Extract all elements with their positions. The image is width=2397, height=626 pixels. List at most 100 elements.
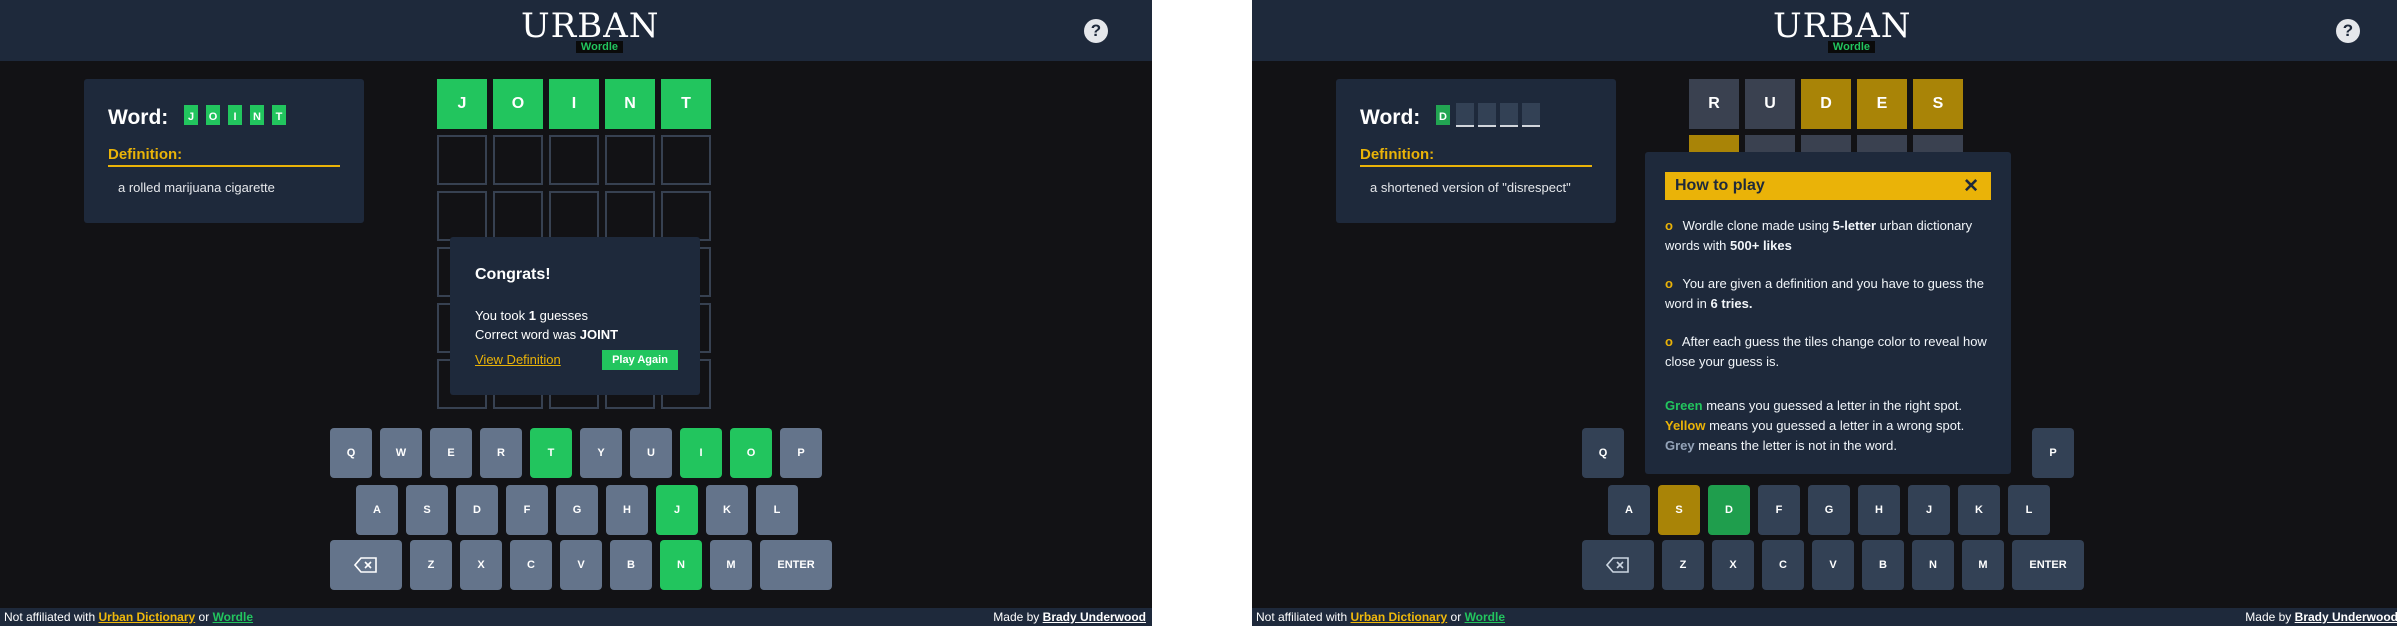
logo-subtitle: Wordle bbox=[1827, 41, 1875, 53]
key[interactable]: E bbox=[430, 428, 472, 478]
keyboard-row-3: Z X C V B N M ENTER bbox=[1582, 540, 2084, 590]
key[interactable]: A bbox=[1608, 485, 1650, 535]
made-by-label: Made by bbox=[2245, 610, 2292, 624]
bullet-icon: o bbox=[1665, 276, 1673, 291]
word-label: Word: bbox=[108, 106, 169, 129]
board-tile bbox=[437, 135, 487, 185]
definition-label: Definition: bbox=[108, 146, 183, 163]
board-tile: J bbox=[437, 79, 487, 129]
key[interactable]: Z bbox=[410, 540, 452, 590]
key[interactable]: B bbox=[1862, 540, 1904, 590]
game-screen-help: URBAN Wordle ? Word: D Definition: a sho… bbox=[1252, 0, 2397, 626]
key[interactable]: T bbox=[530, 428, 572, 478]
key[interactable]: L bbox=[2008, 485, 2050, 535]
board-tile: D bbox=[1801, 79, 1851, 129]
key[interactable]: Y bbox=[580, 428, 622, 478]
hint-tile-blank bbox=[1456, 103, 1474, 127]
key[interactable]: B bbox=[610, 540, 652, 590]
key[interactable]: M bbox=[710, 540, 752, 590]
guess-count-prefix: You took bbox=[475, 308, 526, 323]
board-tile: T bbox=[661, 79, 711, 129]
board-tile bbox=[605, 135, 655, 185]
close-icon[interactable]: ✕ bbox=[1963, 175, 1979, 198]
key[interactable]: J bbox=[656, 485, 698, 535]
key[interactable]: X bbox=[460, 540, 502, 590]
key[interactable]: Q bbox=[330, 428, 372, 478]
key[interactable]: J bbox=[1908, 485, 1950, 535]
keyboard-row-2: A S D F G H J K L bbox=[356, 485, 798, 535]
key[interactable]: V bbox=[1812, 540, 1854, 590]
word-label: Word: bbox=[1360, 106, 1421, 129]
urban-dictionary-link[interactable]: Urban Dictionary bbox=[1351, 610, 1448, 624]
footer: Not affiliated with Urban Dictionary or … bbox=[0, 608, 1152, 626]
key[interactable]: H bbox=[606, 485, 648, 535]
rule-text: Wordle clone made using bbox=[1682, 218, 1830, 233]
enter-key[interactable]: ENTER bbox=[2012, 540, 2084, 590]
key[interactable]: N bbox=[1912, 540, 1954, 590]
backspace-key[interactable] bbox=[330, 540, 402, 590]
congrats-modal: Congrats! You took 1 guesses Correct wor… bbox=[450, 237, 700, 395]
key[interactable]: K bbox=[706, 485, 748, 535]
key[interactable]: P bbox=[780, 428, 822, 478]
rule-emphasis: 5-letter bbox=[1832, 218, 1877, 233]
key[interactable]: K bbox=[1958, 485, 2000, 535]
key[interactable]: G bbox=[556, 485, 598, 535]
backspace-icon bbox=[1605, 557, 1629, 573]
enter-key[interactable]: ENTER bbox=[760, 540, 832, 590]
definition-divider bbox=[1360, 165, 1592, 167]
footer-credit: Made by Brady Underwood bbox=[2245, 608, 2397, 626]
view-definition-link[interactable]: View Definition bbox=[475, 352, 561, 367]
board-tile: R bbox=[1689, 79, 1739, 129]
key[interactable]: D bbox=[456, 485, 498, 535]
key[interactable]: W bbox=[380, 428, 422, 478]
guess-count: 1 bbox=[528, 308, 536, 323]
board-tile bbox=[549, 135, 599, 185]
key[interactable]: F bbox=[506, 485, 548, 535]
key[interactable]: H bbox=[1858, 485, 1900, 535]
board-tile: E bbox=[1857, 79, 1907, 129]
key[interactable]: Z bbox=[1662, 540, 1704, 590]
key[interactable]: P bbox=[2032, 428, 2074, 478]
help-button[interactable]: ? bbox=[2336, 19, 2360, 43]
key[interactable]: F bbox=[1758, 485, 1800, 535]
key[interactable]: N bbox=[660, 540, 702, 590]
hint-tile: I bbox=[226, 103, 244, 127]
help-button[interactable]: ? bbox=[1084, 19, 1108, 43]
key[interactable]: R bbox=[480, 428, 522, 478]
key[interactable]: C bbox=[510, 540, 552, 590]
key[interactable]: S bbox=[1658, 485, 1700, 535]
key[interactable]: A bbox=[356, 485, 398, 535]
key[interactable]: I bbox=[680, 428, 722, 478]
key[interactable]: V bbox=[560, 540, 602, 590]
word-card: Word: J O I N T Definition: a rolled mar… bbox=[84, 79, 364, 223]
key[interactable]: L bbox=[756, 485, 798, 535]
key[interactable]: M bbox=[1962, 540, 2004, 590]
guess-count-line: You took 1 guesses bbox=[475, 308, 588, 323]
congrats-title: Congrats! bbox=[475, 266, 551, 283]
play-again-button[interactable]: Play Again bbox=[602, 350, 678, 370]
board-tile bbox=[437, 191, 487, 241]
definition-divider bbox=[108, 165, 340, 167]
key[interactable]: C bbox=[1762, 540, 1804, 590]
key[interactable]: G bbox=[1808, 485, 1850, 535]
top-bar: URBAN Wordle ? bbox=[1252, 0, 2397, 61]
key[interactable]: X bbox=[1712, 540, 1754, 590]
wordle-link[interactable]: Wordle bbox=[1465, 610, 1505, 624]
board-tile bbox=[605, 191, 655, 241]
key[interactable]: D bbox=[1708, 485, 1750, 535]
board-tile: S bbox=[1913, 79, 1963, 129]
footer-prefix: Not affiliated with bbox=[1256, 610, 1348, 624]
key[interactable]: O bbox=[730, 428, 772, 478]
hint-tile: D bbox=[1434, 103, 1452, 127]
correct-word-line: Correct word was JOINT bbox=[475, 327, 618, 342]
key[interactable]: Q bbox=[1582, 428, 1624, 478]
author-link[interactable]: Brady Underwood bbox=[2295, 610, 2397, 624]
wordle-link[interactable]: Wordle bbox=[213, 610, 253, 624]
logo: URBAN Wordle bbox=[1773, 6, 1911, 54]
footer: Not affiliated with Urban Dictionary or … bbox=[1252, 608, 2397, 626]
key[interactable]: S bbox=[406, 485, 448, 535]
backspace-key[interactable] bbox=[1582, 540, 1654, 590]
key[interactable]: U bbox=[630, 428, 672, 478]
urban-dictionary-link[interactable]: Urban Dictionary bbox=[99, 610, 196, 624]
author-link[interactable]: Brady Underwood bbox=[1043, 610, 1146, 624]
